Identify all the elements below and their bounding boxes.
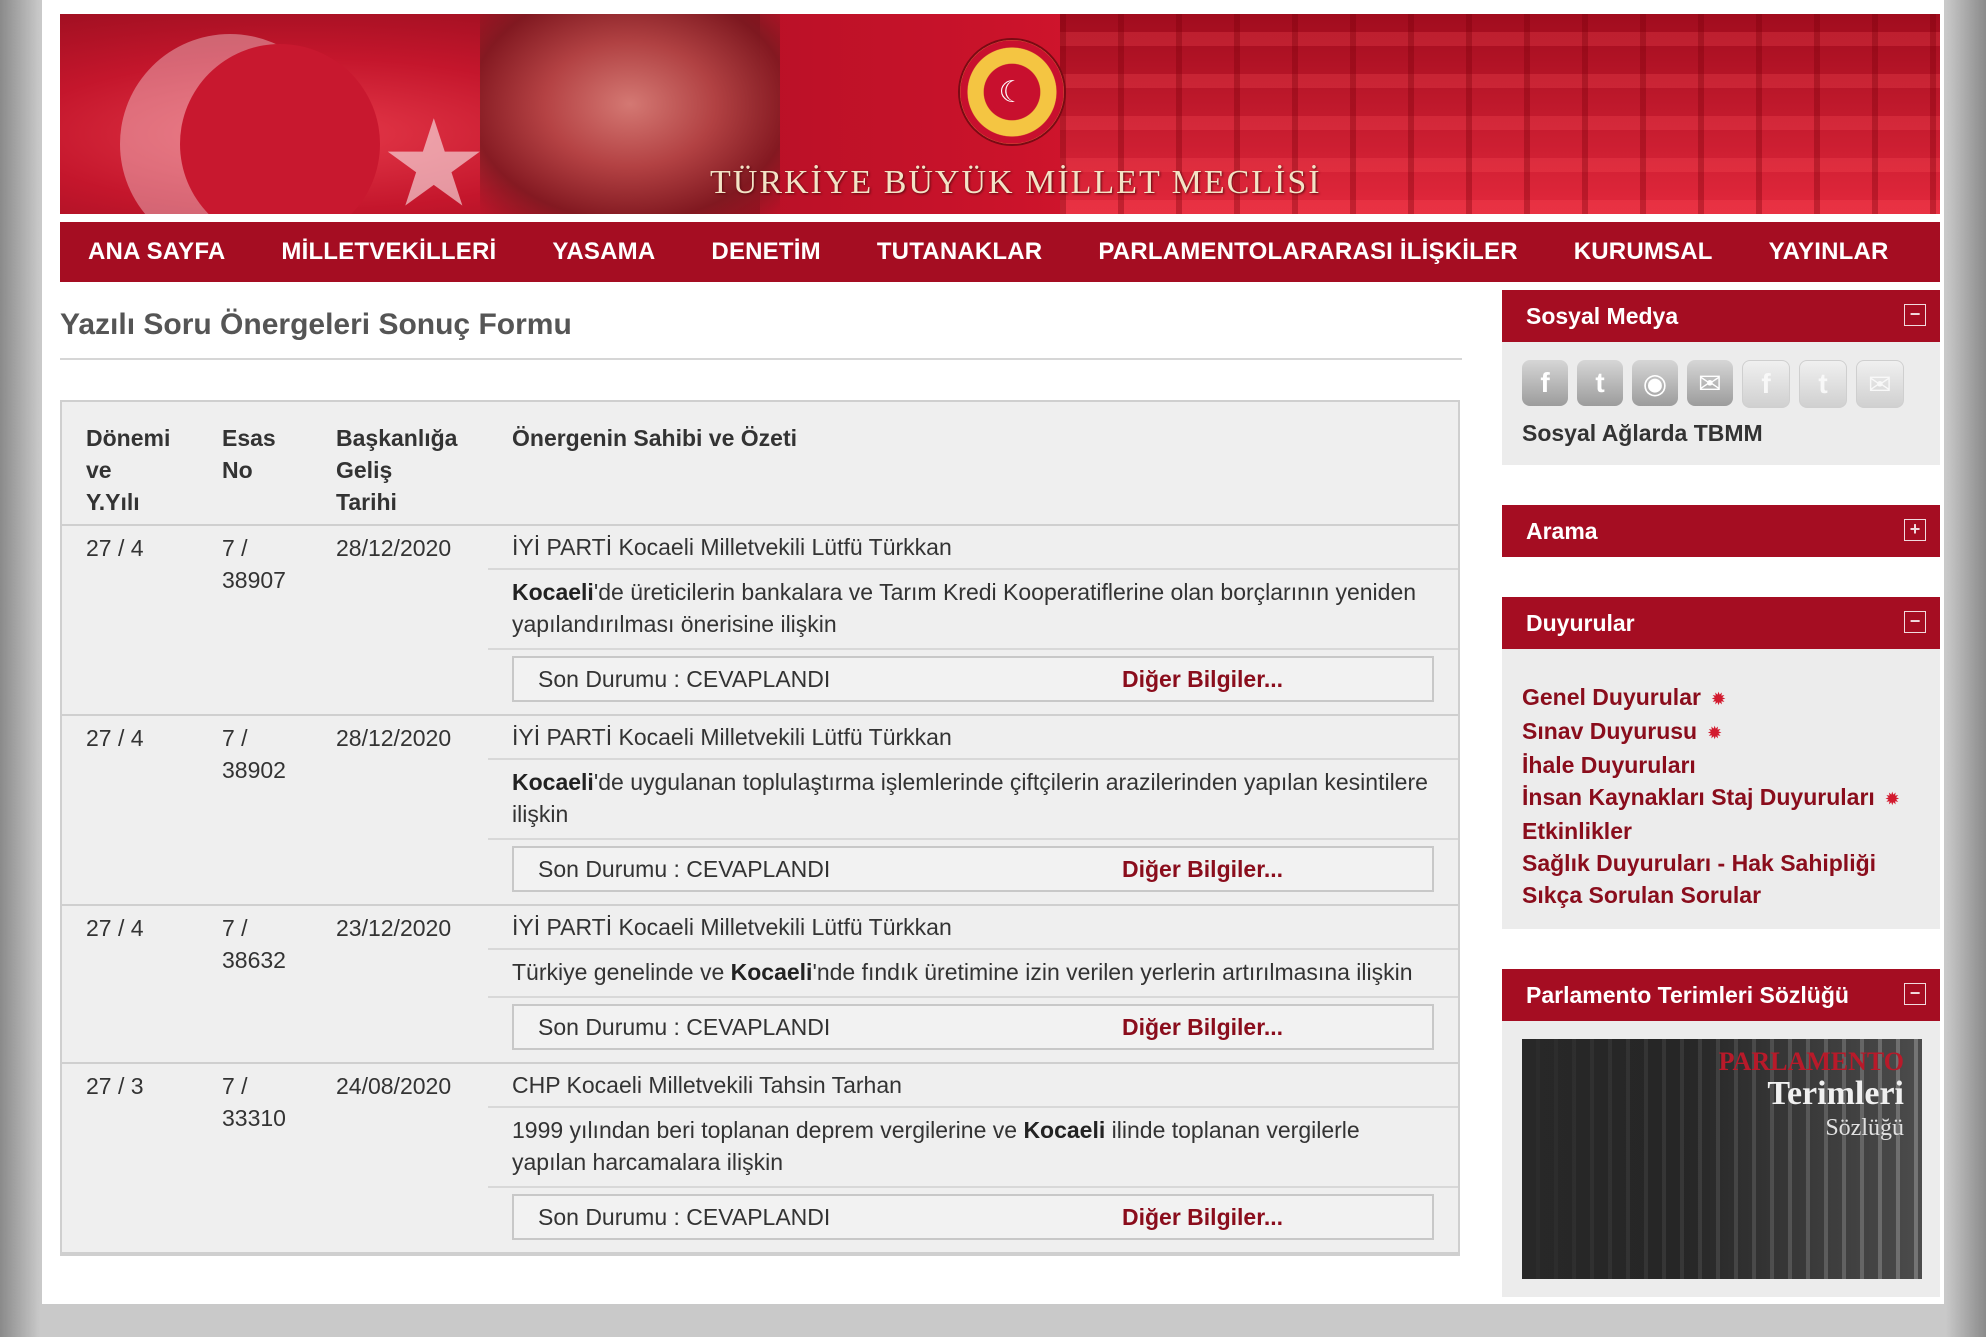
summary-text: Kocaeli'de üreticilerin bankalara ve Tar… <box>488 570 1458 650</box>
header-ozet: Önergenin Sahibi ve Özeti <box>512 425 798 451</box>
page-title: Yazılı Soru Önergeleri Sonuç Formu <box>60 308 1462 360</box>
social-media-box: Sosyal Medya − f t ◉ ✉ f t ✉ Sosyal Ağlarda TB… <box>1502 290 1940 465</box>
table-header: Dönemi ve Y.Yılı Esas No Başkanlığa Geli… <box>62 402 1458 526</box>
search-box: Arama + <box>1502 505 1940 557</box>
sidebar: Sosyal Medya − f t ◉ ✉ f t ✉ Sosyal Ağlarda TB… <box>1502 290 1940 1337</box>
cell-details: İYİ PARTİ Kocaeli Milletvekili Lütfü Tür… <box>488 906 1458 1062</box>
owner-text: İYİ PARTİ Kocaeli Milletvekili Lütfü Tür… <box>488 716 1458 760</box>
other-info-link[interactable]: Diğer Bilgiler... <box>1122 856 1283 883</box>
status-box: Son Durumu : CEVAPLANDI Diğer Bilgiler..… <box>512 1194 1434 1240</box>
cell-esas-no: 7 /38632 <box>222 915 286 973</box>
owner-text: İYİ PARTİ Kocaeli Milletvekili Lütfü Tür… <box>488 906 1458 950</box>
site-title: TÜRKİYE BÜYÜK MİLLET MECLİSİ <box>710 164 1322 201</box>
tbmm-emblem-logo[interactable]: ☾ <box>960 40 1064 144</box>
nav-item-3[interactable]: DENETİM <box>683 238 848 266</box>
new-badge-icon: ✹ <box>1884 789 1900 809</box>
social-caption: Sosyal Ağlarda TBMM <box>1522 420 1763 446</box>
mail-icon[interactable]: ✉ <box>1687 360 1733 406</box>
main-content: Yazılı Soru Önergeleri Sonuç Formu Dönem… <box>60 290 1462 1256</box>
cell-tarih: 24/08/2020 <box>336 1073 452 1099</box>
cell-donem: 27 / 4 <box>86 915 144 941</box>
header-esas-no: Esas No <box>222 425 276 483</box>
twitter-icon[interactable]: t <box>1577 360 1623 406</box>
cell-details: İYİ PARTİ Kocaeli Milletvekili Lütfü Tür… <box>488 526 1458 714</box>
summary-text: 1999 yılından beri toplanan deprem vergi… <box>488 1108 1458 1188</box>
cell-donem: 27 / 4 <box>86 725 144 751</box>
other-info-link[interactable]: Diğer Bilgiler... <box>1122 1204 1283 1231</box>
announcements-header[interactable]: Duyurular − <box>1502 597 1940 649</box>
cell-esas-no: 7 /38902 <box>222 725 286 783</box>
other-info-link[interactable]: Diğer Bilgiler... <box>1122 666 1283 693</box>
nav-item-5[interactable]: PARLAMENTOLARARASI İLİŞKİLER <box>1070 238 1545 266</box>
search-header[interactable]: Arama + <box>1502 505 1940 557</box>
facebook-icon[interactable]: f <box>1522 360 1568 406</box>
header-banner: ★ ☾ TÜRKİYE BÜYÜK MİLLET MECLİSİ <box>60 14 1940 214</box>
cell-details: CHP Kocaeli Milletvekili Tahsin Tarhan 1… <box>488 1064 1458 1252</box>
status-box: Son Durumu : CEVAPLANDI Diğer Bilgiler..… <box>512 846 1434 892</box>
new-badge-icon: ✹ <box>1710 689 1727 709</box>
status-text: Son Durumu : CEVAPLANDI <box>538 665 831 692</box>
header-donem: Dönemi ve Y.Yılı <box>86 425 171 515</box>
table-row: 27 / 4 7 /38632 23/12/2020 İYİ PARTİ Koc… <box>62 906 1458 1064</box>
table-row: 27 / 3 7 /33310 24/08/2020 CHP Kocaeli M… <box>62 1064 1458 1254</box>
announcement-link[interactable]: Etkinlikler <box>1522 815 1920 847</box>
nav-item-6[interactable]: KURUMSAL <box>1546 238 1741 266</box>
table-row: 27 / 4 7 /38907 28/12/2020 İYİ PARTİ Koc… <box>62 526 1458 716</box>
table-body: 27 / 4 7 /38907 28/12/2020 İYİ PARTİ Koc… <box>62 526 1458 1254</box>
status-text: Son Durumu : CEVAPLANDI <box>538 1203 831 1230</box>
nav-item-7[interactable]: YAYINLAR <box>1741 238 1917 266</box>
announcements-box: Duyurular − Genel Duyurular ✹ Sınav Duyuru… <box>1502 597 1940 929</box>
mail-icon[interactable]: ✉ <box>1856 360 1904 408</box>
cell-tarih: 28/12/2020 <box>336 725 452 751</box>
page: ★ ☾ TÜRKİYE BÜYÜK MİLLET MECLİSİ ANA SAY… <box>42 0 1944 1304</box>
summary-text: Türkiye genelinde ve Kocaeli'nde fındık … <box>488 950 1458 998</box>
nav-item-1[interactable]: MİLLETVEKİLLERİ <box>253 238 524 266</box>
announcement-link[interactable]: İhale Duyuruları <box>1522 749 1920 781</box>
announcement-link[interactable]: Sağlık Duyuruları - Hak Sahipliği <box>1522 847 1920 879</box>
nav-item-0[interactable]: ANA SAYFA <box>60 238 253 266</box>
new-badge-icon: ✹ <box>1707 723 1723 743</box>
cell-tarih: 28/12/2020 <box>336 535 452 561</box>
status-box: Son Durumu : CEVAPLANDI Diğer Bilgiler..… <box>512 1004 1434 1050</box>
cell-donem: 27 / 4 <box>86 535 144 561</box>
expand-icon[interactable]: + <box>1904 519 1926 541</box>
announcement-list: Genel Duyurular ✹ Sınav Duyurusu ✹ İhale Duy… <box>1522 667 1920 911</box>
rss-icon[interactable]: ◉ <box>1632 360 1678 406</box>
dictionary-box: Parlamento Terimleri Sözlüğü − PARLAMENT… <box>1502 969 1940 1297</box>
table-row: 27 / 4 7 /38902 28/12/2020 İYİ PARTİ Koc… <box>62 716 1458 906</box>
social-media-header[interactable]: Sosyal Medya − <box>1502 290 1940 342</box>
facebook-icon[interactable]: f <box>1742 360 1790 408</box>
status-box: Son Durumu : CEVAPLANDI Diğer Bilgiler..… <box>512 656 1434 702</box>
nav-item-2[interactable]: YASAMA <box>524 238 683 266</box>
nav-item-4[interactable]: TUTANAKLAR <box>849 238 1071 266</box>
cell-donem: 27 / 3 <box>86 1073 144 1099</box>
crescent-icon: ☾ <box>987 67 1037 117</box>
announcement-link[interactable]: Genel Duyurular ✹ <box>1522 681 1920 715</box>
cell-esas-no: 7 /38907 <box>222 535 286 593</box>
collapse-icon[interactable]: − <box>1904 611 1926 633</box>
twitter-icon[interactable]: t <box>1799 360 1847 408</box>
announcement-link[interactable]: Sınav Duyurusu ✹ <box>1522 715 1920 749</box>
social-icons: f t ◉ ✉ f t ✉ <box>1522 360 1920 408</box>
dictionary-header[interactable]: Parlamento Terimleri Sözlüğü − <box>1502 969 1940 1021</box>
owner-text: CHP Kocaeli Milletvekili Tahsin Tarhan <box>488 1064 1458 1108</box>
cell-esas-no: 7 /33310 <box>222 1073 286 1131</box>
other-info-link[interactable]: Diğer Bilgiler... <box>1122 1014 1283 1041</box>
status-text: Son Durumu : CEVAPLANDI <box>538 1013 831 1040</box>
announcement-link[interactable]: Sıkça Sorulan Sorular <box>1522 879 1920 911</box>
cell-details: İYİ PARTİ Kocaeli Milletvekili Lütfü Tür… <box>488 716 1458 904</box>
collapse-icon[interactable]: − <box>1904 304 1926 326</box>
owner-text: İYİ PARTİ Kocaeli Milletvekili Lütfü Tür… <box>488 526 1458 570</box>
status-text: Son Durumu : CEVAPLANDI <box>538 855 831 882</box>
announcement-link[interactable]: İnsan Kaynakları Staj Duyuruları ✹ <box>1522 781 1920 815</box>
star-icon: ★ <box>380 97 488 214</box>
results-table: Dönemi ve Y.Yılı Esas No Başkanlığa Geli… <box>60 400 1460 1256</box>
header-tarih: Başkanlığa Geliş Tarihi <box>336 425 458 515</box>
summary-text: Kocaeli'de uygulanan toplulaştırma işlem… <box>488 760 1458 840</box>
dictionary-banner-image[interactable]: PARLAMENTO Terimleri Sözlüğü <box>1522 1039 1922 1279</box>
cell-tarih: 23/12/2020 <box>336 915 452 941</box>
collapse-icon[interactable]: − <box>1904 983 1926 1005</box>
main-nav: ANA SAYFA MİLLETVEKİLLERİ YASAMA DENETİM TUT… <box>60 222 1940 282</box>
